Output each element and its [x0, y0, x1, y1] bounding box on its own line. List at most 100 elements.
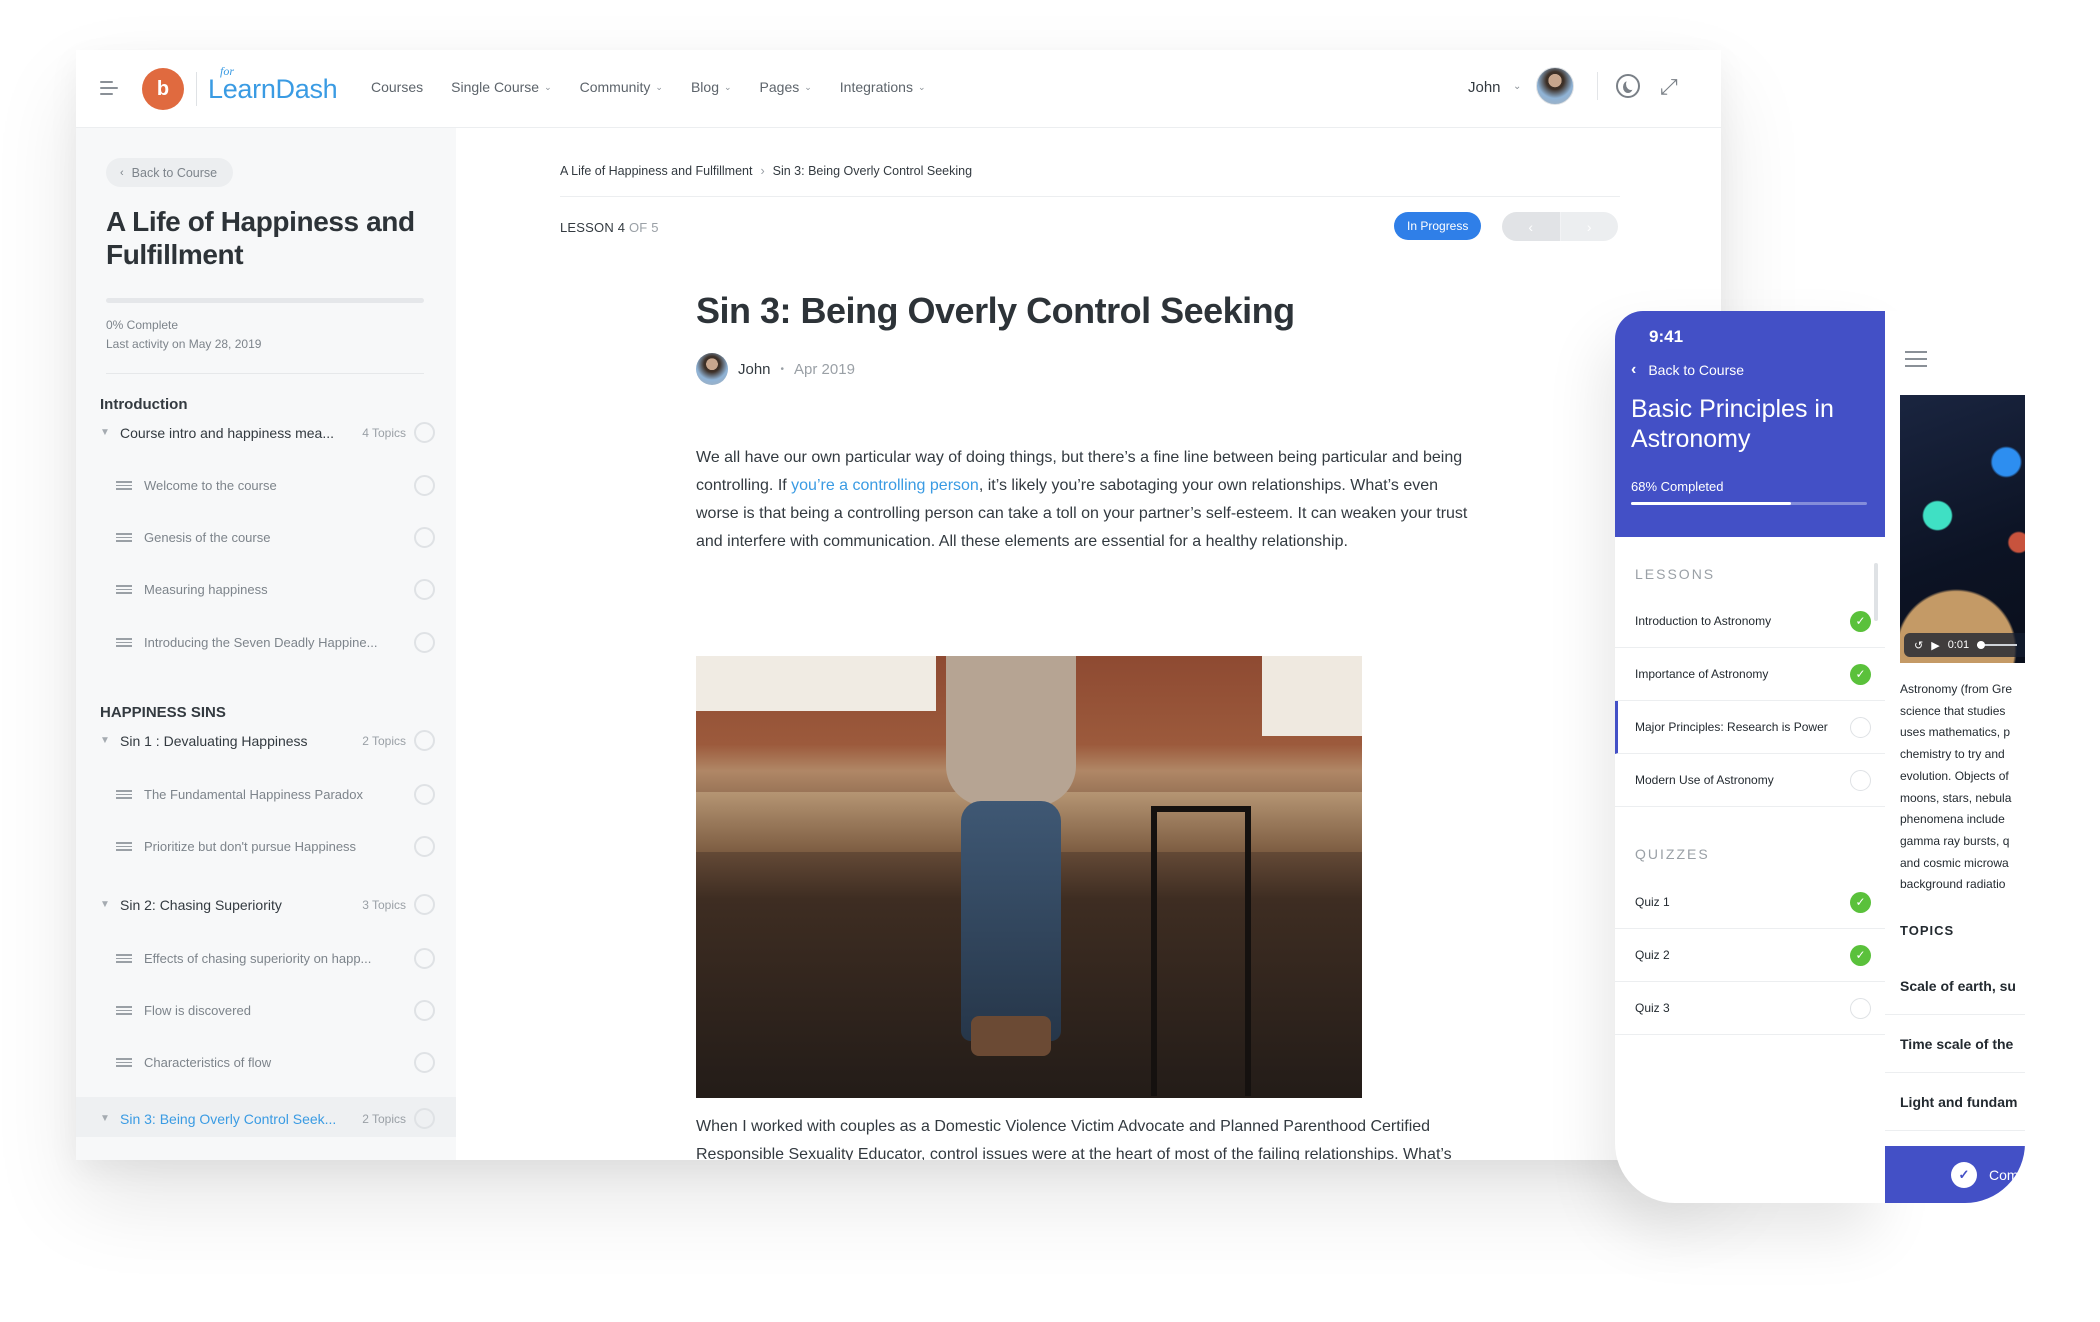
topic-label: The Fundamental Happiness Paradox	[144, 787, 363, 802]
nav-label: Blog	[690, 79, 719, 95]
text-line: and cosmic microwa	[1900, 855, 2009, 870]
buddyboss-logo-icon[interactable]: b	[142, 68, 184, 110]
mobile-lesson-row-current[interactable]: Major Principles: Research is Power	[1615, 701, 1885, 754]
status-circle-icon	[414, 948, 435, 969]
lesson-counter: LESSON 4 OF 5	[560, 220, 659, 235]
video-controls: ↺ ▶ 0:01	[1904, 633, 2025, 657]
image-window	[696, 656, 936, 711]
check-circle-icon: ✓	[1850, 663, 1871, 685]
topic-row[interactable]: Introducing the Seven Deadly Happine...	[116, 632, 435, 653]
mobile-lesson-row[interactable]: Modern Use of Astronomy	[1615, 754, 1885, 807]
lesson-label: Importance of Astronomy	[1635, 667, 1769, 681]
previous-lesson-button[interactable]: ‹	[1502, 212, 1561, 241]
nav-community[interactable]: Community ⌄	[580, 79, 663, 95]
lesson-description: Astronomy (from Gre science that studies…	[1900, 679, 2025, 896]
section-heading-happiness-sins: HAPPINESS SINS	[100, 704, 226, 721]
text-line: background radiatio	[1900, 877, 2006, 892]
lesson-row-active[interactable]: ▼ Sin 3: Being Overly Control Seek... 2 …	[100, 1108, 435, 1129]
caret-down-icon[interactable]: ▼	[100, 1113, 114, 1124]
learndash-logo[interactable]: LearnDash	[208, 74, 338, 105]
chevron-down-icon: ⌄	[724, 81, 732, 92]
rewind-icon[interactable]: ↺	[1914, 639, 1923, 652]
nav-single-course[interactable]: Single Course ⌄	[451, 79, 551, 95]
lesson-row[interactable]: ▼ Sin 1 : Devaluating Happiness 2 Topics	[100, 730, 435, 751]
status-circle-icon	[414, 730, 435, 751]
lesson-row[interactable]: ▼ Course intro and happiness mea... 4 To…	[100, 422, 435, 443]
topic-row[interactable]: Welcome to the course	[116, 475, 435, 496]
chevron-left-icon: ‹	[1631, 361, 1637, 378]
nav-courses[interactable]: Courses	[371, 79, 423, 95]
section-heading-introduction: Introduction	[100, 396, 188, 413]
breadcrumb-course-link[interactable]: A Life of Happiness and Fulfillment	[560, 164, 752, 178]
status-circle-icon	[414, 1052, 435, 1073]
image-boots	[971, 1016, 1051, 1056]
text-line: Astronomy (from Gre	[1900, 682, 2013, 696]
nav-pages[interactable]: Pages ⌄	[760, 79, 812, 95]
mobile-topic-row[interactable]: Scale of earth, su	[1885, 957, 2025, 1015]
user-menu-name[interactable]: John	[1468, 79, 1501, 96]
topic-row[interactable]: The Fundamental Happiness Paradox	[116, 784, 435, 805]
caret-down-icon[interactable]: ▼	[100, 427, 114, 438]
check-circle-icon: ✓	[1850, 944, 1871, 966]
mobile-back-to-course-button[interactable]: ‹ Back to Course	[1631, 361, 1744, 379]
lesson-title: Sin 3: Being Overly Control Seeking	[696, 290, 1295, 331]
mobile-course-header: 9:41 ‹ Back to Course Basic Principles i…	[1615, 311, 1885, 537]
lesson-video[interactable]: ↺ ▶ 0:01	[1900, 395, 2025, 663]
expand-icon[interactable]: ⤢	[1660, 74, 1678, 100]
mobile-quiz-row[interactable]: Quiz 2 ✓	[1615, 929, 1885, 982]
dark-mode-moon-icon[interactable]	[1616, 74, 1640, 98]
back-label: Back to Course	[1648, 362, 1745, 378]
text-line: gamma ray bursts, q	[1900, 833, 2010, 848]
user-avatar[interactable]	[1536, 67, 1574, 105]
mobile-topic-row[interactable]: Light and fundam	[1885, 1073, 2025, 1131]
caret-down-icon[interactable]: ▼	[100, 899, 114, 910]
lesson-row[interactable]: ▼ Sin 2: Chasing Superiority 3 Topics	[100, 894, 435, 915]
topic-row[interactable]: Measuring happiness	[116, 579, 435, 600]
mobile-quiz-row[interactable]: Quiz 3	[1615, 982, 1885, 1035]
paragraph-intro: We all have our own particular way of do…	[696, 444, 1476, 556]
mobile-preview: 9:41 ‹ Back to Course Basic Principles i…	[1615, 311, 2025, 1203]
chevron-left-icon: ‹	[120, 166, 124, 179]
menu-icon[interactable]	[100, 81, 120, 97]
topic-row[interactable]: Characteristics of flow	[116, 1052, 435, 1073]
lesson-label: Sin 2: Chasing Superiority	[120, 896, 282, 913]
topic-row[interactable]: Flow is discovered	[116, 1000, 435, 1021]
topics-heading: TOPICS	[1900, 923, 1955, 938]
video-scrubber[interactable]	[1977, 641, 2018, 649]
nav-integrations[interactable]: Integrations ⌄	[840, 79, 926, 95]
mobile-lesson-row[interactable]: Introduction to Astronomy ✓	[1615, 595, 1885, 648]
back-to-course-button[interactable]: ‹ Back to Course	[106, 158, 234, 187]
mobile-lesson-row[interactable]: Importance of Astronomy ✓	[1615, 648, 1885, 701]
menu-icon[interactable]	[1905, 351, 1927, 372]
nav-label: Integrations	[839, 79, 913, 95]
lesson-label: Introduction to Astronomy	[1635, 614, 1772, 628]
topic-icon	[116, 481, 132, 490]
mobile-topic-row[interactable]: Time scale of the	[1885, 1015, 2025, 1073]
controlling-person-link[interactable]: you’re a controlling person	[791, 477, 979, 494]
lesson-label: Course intro and happiness mea...	[120, 424, 335, 441]
caret-down-icon[interactable]: ▼	[100, 735, 114, 746]
meta-separator: •	[780, 363, 785, 375]
play-icon[interactable]: ▶	[1931, 639, 1939, 652]
next-lesson-button[interactable]: ›	[1560, 212, 1618, 241]
mark-complete-button[interactable]: ✓ Comp	[1885, 1146, 2025, 1203]
text-line: uses mathematics, p	[1900, 725, 2011, 740]
topic-row[interactable]: Genesis of the course	[116, 527, 435, 548]
topic-row[interactable]: Prioritize but don't pursue Happiness	[116, 836, 435, 857]
chevron-down-icon[interactable]: ⌄	[1513, 81, 1521, 92]
mobile-quiz-row[interactable]: Quiz 1 ✓	[1615, 876, 1885, 929]
author-name[interactable]: John	[738, 361, 771, 378]
author-avatar[interactable]	[696, 353, 728, 385]
nav-label: Single Course	[451, 79, 540, 95]
status-circle-icon	[414, 527, 435, 548]
status-circle-icon	[414, 632, 435, 653]
status-circle-icon	[414, 1108, 435, 1129]
topic-icon	[116, 638, 132, 647]
nav-label: Pages	[759, 79, 800, 95]
topic-row[interactable]: Effects of chasing superiority on happ..…	[116, 948, 435, 969]
topic-icon	[116, 954, 132, 963]
topics-count: 3 Topics	[362, 897, 406, 912]
lessons-heading: LESSONS	[1635, 566, 1716, 582]
text-line: chemistry to try and	[1900, 747, 2005, 762]
nav-blog[interactable]: Blog ⌄	[691, 79, 732, 95]
